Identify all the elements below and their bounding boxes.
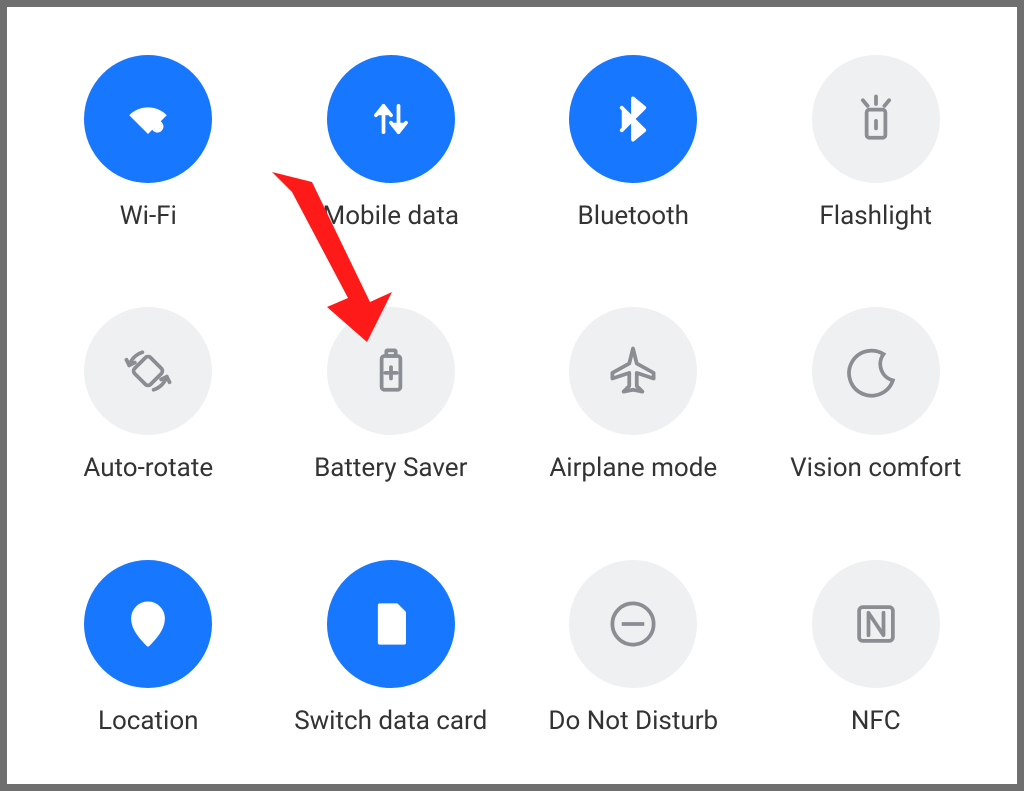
auto-rotate-icon <box>84 307 212 435</box>
tile-wifi[interactable]: ? Wi-Fi <box>27 17 270 269</box>
tile-label: Bluetooth <box>578 201 689 231</box>
tile-mobile-data[interactable]: Mobile data <box>270 17 513 269</box>
vision-comfort-icon <box>812 307 940 435</box>
tile-flashlight[interactable]: Flashlight <box>755 17 998 269</box>
tile-do-not-disturb[interactable]: Do Not Disturb <box>512 522 755 774</box>
wifi-icon: ? <box>84 55 212 183</box>
svg-text:?: ? <box>156 123 160 133</box>
tile-label: Wi-Fi <box>120 201 177 231</box>
nfc-icon <box>812 560 940 688</box>
tile-auto-rotate[interactable]: Auto-rotate <box>27 269 270 521</box>
tile-bluetooth[interactable]: Bluetooth <box>512 17 755 269</box>
bluetooth-icon <box>569 55 697 183</box>
battery-saver-icon <box>327 307 455 435</box>
flashlight-icon <box>812 55 940 183</box>
tile-label: Mobile data <box>323 201 459 231</box>
tile-label: Switch data card <box>294 706 487 736</box>
quick-settings-grid: ? Wi-Fi Mobile data Bluetooth <box>7 7 1017 784</box>
tile-label: Location <box>98 706 199 736</box>
tile-airplane-mode[interactable]: Airplane mode <box>512 269 755 521</box>
tile-label: Vision comfort <box>790 453 961 483</box>
mobile-data-icon <box>327 55 455 183</box>
tile-label: Auto-rotate <box>83 453 213 483</box>
do-not-disturb-icon <box>569 560 697 688</box>
tile-nfc[interactable]: NFC <box>755 522 998 774</box>
quick-settings-panel: ? Wi-Fi Mobile data Bluetooth <box>0 0 1024 791</box>
tile-location[interactable]: Location <box>27 522 270 774</box>
tile-label: Airplane mode <box>549 453 717 483</box>
location-icon <box>84 560 212 688</box>
tile-label: Battery Saver <box>314 453 467 483</box>
tile-label: NFC <box>851 706 901 736</box>
tile-label: Do Not Disturb <box>548 706 718 736</box>
switch-data-card-icon: 2 <box>327 560 455 688</box>
tile-vision-comfort[interactable]: Vision comfort <box>755 269 998 521</box>
tile-battery-saver[interactable]: Battery Saver <box>270 269 513 521</box>
airplane-mode-icon <box>569 307 697 435</box>
tile-label: Flashlight <box>819 201 932 231</box>
tile-switch-data-card[interactable]: 2 Switch data card <box>270 522 513 774</box>
svg-text:2: 2 <box>386 614 397 636</box>
